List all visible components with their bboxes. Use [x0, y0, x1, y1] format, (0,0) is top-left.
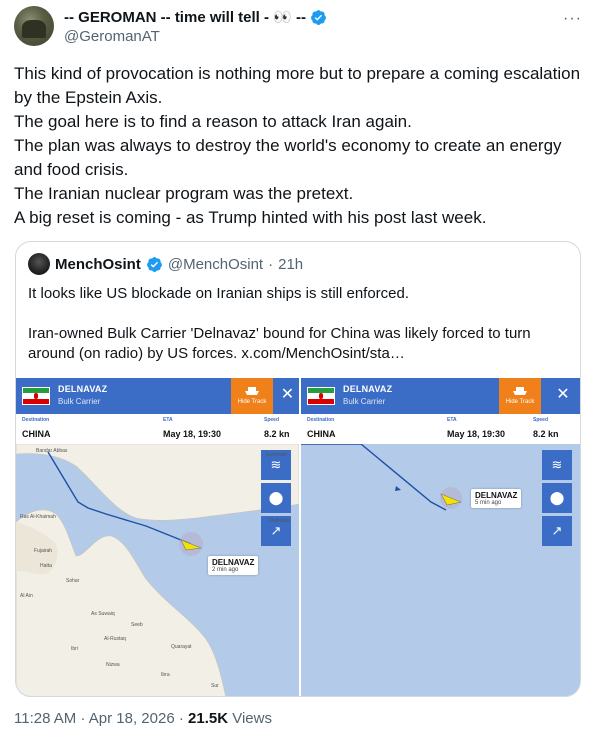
eta-value: May 18, 19:30 [163, 429, 222, 439]
more-icon[interactable]: ··· [563, 10, 582, 28]
place-label: Sohar [66, 578, 80, 584]
iran-flag-icon [307, 387, 335, 405]
place-label: Ibra [161, 672, 170, 678]
speed-value: 8.2 kn [264, 429, 290, 439]
place-label: Iranshahr [266, 452, 288, 458]
voyage-info: Destination CHINA ETA May 18, 19:30 Spee… [301, 414, 580, 444]
quoted-timestamp[interactable]: 21h [278, 256, 303, 273]
tweet-text-line: A big reset is coming - as Trump hinted … [14, 208, 487, 227]
speed-label: Speed [264, 417, 280, 423]
map-screenshot-left[interactable]: DELNAVAZ Bulk Carrier Hide Track ✕ Desti… [16, 378, 299, 696]
tweet-text-line: The Iranian nuclear program was the pret… [14, 184, 354, 203]
place-label: Sur [211, 683, 219, 689]
vessel-marker-label: DELNAVAZ 2 min ago [208, 556, 259, 575]
destination-value: CHINA [22, 429, 51, 439]
marker-time: 5 min ago [475, 500, 502, 506]
speed-value: 8.2 kn [533, 429, 559, 439]
tweet-date[interactable]: Apr 18, 2026 [89, 710, 175, 727]
destination-label: Destination [22, 417, 50, 423]
quoted-avatar[interactable] [28, 253, 50, 275]
separator-dot: · [80, 710, 86, 727]
vessel-header: DELNAVAZ Bulk Carrier Hide Track ✕ [301, 378, 580, 414]
place-label: Ibri [71, 646, 78, 652]
tweet-time[interactable]: 11:28 AM [14, 710, 76, 727]
place-label: Nizwa [106, 662, 120, 668]
hide-track-label: Hide Track [505, 399, 535, 405]
tweet-text-line: The plan was always to destroy the world… [14, 136, 562, 179]
eta-label: ETA [163, 417, 173, 423]
hide-track-button[interactable]: Hide Track [499, 378, 541, 414]
voyage-info: Destination CHINA ETA May 18, 19:30 Spee… [16, 414, 299, 444]
eta-value: May 18, 19:30 [447, 429, 506, 439]
marker-vessel-name: DELNAVAZ [212, 558, 255, 567]
place-label: Al Ain [20, 593, 33, 599]
verified-badge-icon [146, 256, 162, 272]
place-label: Bandar Abbas [36, 448, 68, 454]
map-controls: ≋ ⬤ ↗ [542, 450, 572, 549]
place-label: Chabahar [268, 518, 290, 524]
separator-dot: · [178, 710, 184, 727]
ship-icon [513, 387, 527, 395]
destination-label: Destination [307, 417, 335, 423]
place-label: Fujairah [34, 548, 53, 554]
tweet-meta: 11:28 AM · Apr 18, 2026 · 21.5K Views [14, 710, 272, 727]
vessel-type: Bulk Carrier [343, 397, 386, 406]
hide-track-button[interactable]: Hide Track [231, 378, 273, 414]
quoted-tweet[interactable]: MenchOsint @MenchOsint · 21h It looks li… [15, 241, 581, 697]
place-label: Seeb [131, 622, 143, 628]
wind-icon[interactable]: ≋ [542, 450, 572, 480]
iran-flag-icon [22, 387, 50, 405]
eta-label: ETA [447, 417, 457, 423]
place-label: Quarayat [171, 644, 192, 650]
close-icon[interactable]: ✕ [276, 378, 299, 414]
close-icon[interactable]: ✕ [544, 378, 580, 414]
vessel-name: DELNAVAZ [343, 384, 393, 394]
media-images[interactable]: DELNAVAZ Bulk Carrier Hide Track ✕ Desti… [16, 378, 580, 696]
quoted-handle[interactable]: @MenchOsint [168, 256, 263, 273]
vessel-type: Bulk Carrier [58, 397, 101, 406]
separator-dot: · [268, 255, 274, 273]
views-count: 21.5K [188, 710, 229, 727]
quoted-tweet-text: It looks like US blockade on Iranian shi… [28, 284, 568, 364]
tweet-text-line: The goal here is to find a reason to att… [14, 112, 412, 131]
hide-track-label: Hide Track [237, 399, 267, 405]
location-pin-icon[interactable]: ⬤ [542, 483, 572, 513]
avatar[interactable] [14, 6, 54, 46]
place-label: Ras Al-Khaimah [20, 514, 56, 520]
quoted-paragraph: Iran-owned Bulk Carrier 'Delnavaz' bound… [28, 325, 531, 362]
quoted-display-name[interactable]: MenchOsint [55, 256, 141, 273]
vessel-name: DELNAVAZ [58, 384, 108, 394]
quoted-paragraph: It looks like US blockade on Iranian shi… [28, 285, 410, 302]
vessel-header: DELNAVAZ Bulk Carrier Hide Track ✕ [16, 378, 299, 414]
marker-time: 2 min ago [212, 567, 239, 573]
location-pin-icon[interactable]: ⬤ [261, 483, 291, 513]
views-label: Views [232, 710, 272, 727]
speed-label: Speed [533, 417, 549, 423]
author-handle[interactable]: @GeromanAT [64, 28, 160, 45]
verified-badge-icon [311, 9, 326, 25]
place-label: Al-Rustaq [104, 636, 126, 642]
place-label: Hatta [40, 563, 52, 569]
map-controls: ≋ ⬤ ↗ [261, 450, 291, 549]
tweet-header: -- GEROMAN -- time will tell - 👀 -- @Ger… [14, 4, 582, 48]
destination-value: CHINA [307, 429, 336, 439]
marker-vessel-name: DELNAVAZ [475, 491, 518, 500]
place-label: As Suwaiq [91, 611, 115, 617]
tweet-text-line: This kind of provocation is nothing more… [14, 64, 581, 107]
vessel-marker-label: DELNAVAZ 5 min ago [471, 489, 522, 508]
map-canvas [301, 444, 580, 696]
author-name-row: -- GEROMAN -- time will tell - 👀 -- [64, 8, 327, 26]
tweet-body: This kind of provocation is nothing more… [14, 62, 584, 230]
map-screenshot-right[interactable]: DELNAVAZ Bulk Carrier Hide Track ✕ Desti… [301, 378, 580, 696]
measure-icon[interactable]: ↗ [542, 516, 572, 546]
author-display-name[interactable]: -- GEROMAN -- time will tell - 👀 -- [64, 8, 306, 26]
ship-icon [245, 387, 259, 395]
quoted-tweet-header: MenchOsint @MenchOsint · 21h [28, 252, 303, 276]
